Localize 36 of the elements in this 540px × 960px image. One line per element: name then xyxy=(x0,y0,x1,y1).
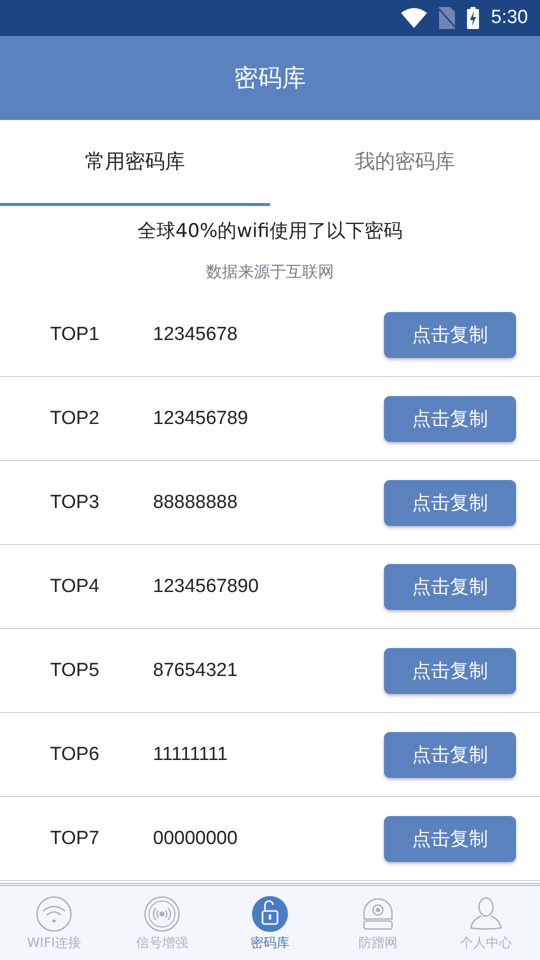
password-text: 123456789 xyxy=(153,408,250,430)
nav-item[interactable]: 防蹭网 xyxy=(324,886,432,960)
copy-button[interactable]: 点击复制 xyxy=(384,816,516,862)
wifi-icon xyxy=(401,8,428,28)
rank-label: TOP5 xyxy=(49,660,100,682)
nav-item[interactable]: 密码库 xyxy=(216,886,324,960)
copy-button[interactable]: 点击复制 xyxy=(384,396,516,442)
signal-icon xyxy=(143,894,181,932)
copy-button[interactable]: 点击复制 xyxy=(384,564,516,610)
rank-label: TOP7 xyxy=(49,828,100,850)
nav-item[interactable]: WIFI连接 xyxy=(0,886,108,960)
nav-item[interactable]: 信号增强 xyxy=(108,886,216,960)
password-text: 87654321 xyxy=(153,660,239,682)
password-text: 00000000 xyxy=(153,828,239,850)
intro-heading: 全球40%的wifi使用了以下密码 xyxy=(136,219,404,244)
battery-charging-icon xyxy=(467,7,480,29)
password-text: 12345678 xyxy=(153,324,239,346)
no-sim-icon xyxy=(439,7,456,29)
password-text: 11111111 xyxy=(153,744,229,766)
rank-label: TOP2 xyxy=(49,408,100,430)
source-note: 数据来源于互联网 xyxy=(205,262,335,283)
copy-button[interactable]: 点击复制 xyxy=(384,648,516,694)
rank-label: TOP1 xyxy=(49,324,100,346)
wifi-icon xyxy=(35,894,73,932)
status-time: 5:30 xyxy=(491,7,528,29)
copy-button[interactable]: 点击复制 xyxy=(384,480,516,526)
password-text: 1234567890 xyxy=(153,576,260,598)
rank-label: TOP3 xyxy=(49,492,100,514)
password-text: 88888888 xyxy=(153,492,239,514)
nav-item[interactable]: 个人中心 xyxy=(432,886,540,960)
lock-icon xyxy=(251,894,289,932)
copy-button[interactable]: 点击复制 xyxy=(384,312,516,358)
page-title: 密码库 xyxy=(234,63,306,94)
rank-label: TOP4 xyxy=(49,576,100,598)
copy-button[interactable]: 点击复制 xyxy=(384,732,516,778)
rank-label: TOP6 xyxy=(49,744,100,766)
